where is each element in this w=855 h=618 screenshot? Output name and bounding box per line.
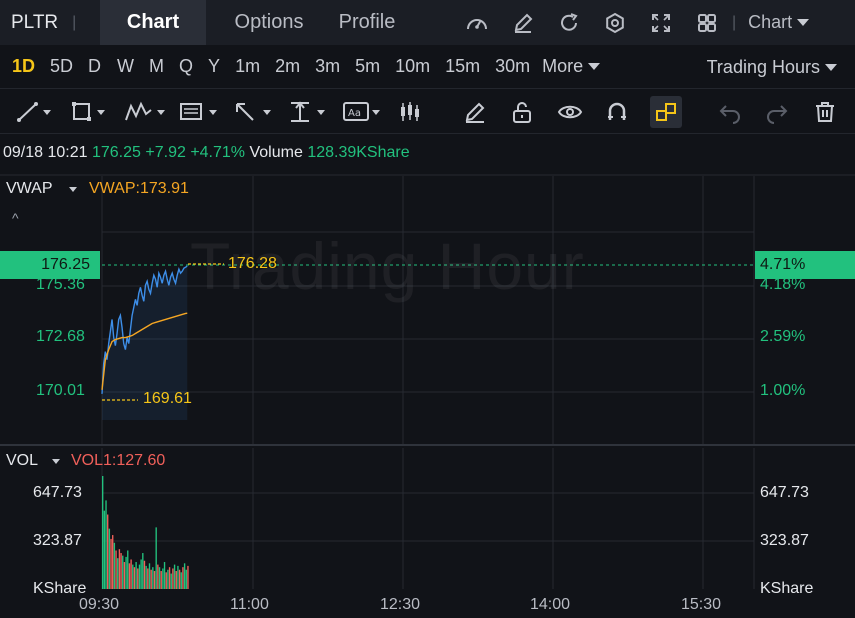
volume-bar <box>145 565 147 589</box>
volume-bar <box>165 572 167 589</box>
volume-bar <box>107 514 109 589</box>
vwap-indicator-dropdown[interactable]: VWAP <box>6 180 77 198</box>
volume-bar <box>120 553 122 589</box>
left-price-tick: 172.68 <box>36 328 85 345</box>
chevron-down-icon <box>52 458 61 464</box>
volume-bar <box>185 569 187 589</box>
volume-bar <box>163 562 166 589</box>
volume-bar <box>150 569 152 589</box>
chevron-down-icon <box>68 186 77 192</box>
volume-bar <box>175 571 177 589</box>
volume-bar <box>122 555 124 589</box>
right-pct-tick: 2.59% <box>760 328 806 345</box>
volume-bar <box>162 568 164 589</box>
volume-bar <box>117 558 119 589</box>
volume-bar <box>113 542 116 589</box>
left-volume-tick: 647.73 <box>33 484 82 501</box>
volume-bar <box>110 538 112 589</box>
volume-bar <box>152 567 154 589</box>
volume-bar <box>133 567 136 589</box>
vol-indicator-name: VOL <box>6 452 39 469</box>
volume-bar <box>147 568 149 589</box>
volume-bar <box>182 567 184 589</box>
volume-bar <box>173 564 176 589</box>
volume-bar <box>140 559 142 589</box>
volume-bar <box>183 563 186 589</box>
right-volume-tick: 323.87 <box>760 532 809 549</box>
volume-bar <box>125 556 127 589</box>
vwap-indicator-value: VWAP:173.91 <box>89 180 189 197</box>
intraday-chart[interactable] <box>0 0 855 618</box>
right-volume-unit: KShare <box>760 580 814 597</box>
volume-bar <box>103 510 106 589</box>
volume-bar <box>148 563 151 589</box>
volume-bar <box>112 535 114 589</box>
left-price-tick: 170.01 <box>36 382 85 399</box>
right-pct-tick: 1.00% <box>760 382 806 399</box>
volume-bar <box>118 549 121 589</box>
left-volume-tick: 323.87 <box>33 532 82 549</box>
x-axis-tick: 15:30 <box>681 596 722 613</box>
vol-indicator-value: VOL1:127.60 <box>71 452 166 469</box>
volume-bar <box>105 500 107 589</box>
volume-bar <box>178 569 181 589</box>
current-pct-badge: 4.71% <box>755 251 855 279</box>
x-axis-tick: 14:00 <box>530 596 571 613</box>
volume-bar <box>135 562 137 589</box>
volume-bar <box>127 550 129 589</box>
volume-bar <box>180 572 182 589</box>
session-low-marker: 169.61 <box>143 390 192 407</box>
volume-bar <box>115 550 117 589</box>
volume-bar <box>153 571 156 589</box>
x-axis-tick: 09:30 <box>79 596 120 613</box>
volume-bar <box>142 553 144 589</box>
vwap-indicator-name: VWAP <box>6 180 53 197</box>
x-axis-tick: 11:00 <box>230 596 269 613</box>
current-price-badge: 176.25 <box>0 251 100 279</box>
x-axis-tick: 12:30 <box>380 596 421 613</box>
volume-bar <box>160 571 162 589</box>
volume-bar <box>128 563 131 589</box>
volume-bar <box>132 564 134 589</box>
volume-bar <box>102 476 104 589</box>
collapse-chevron-up-icon[interactable]: ^ <box>12 210 19 226</box>
volume-bar <box>177 565 179 589</box>
volume-bar <box>138 564 141 589</box>
volume-bar <box>170 573 172 589</box>
volume-bar <box>158 567 161 589</box>
volume-bar <box>157 564 159 589</box>
volume-bar <box>108 528 111 589</box>
volume-bar <box>123 562 126 589</box>
volume-bar <box>143 560 146 589</box>
left-price-tick: 175.36 <box>36 276 85 293</box>
vol-indicator-dropdown[interactable]: VOL <box>6 452 61 470</box>
volume-bar <box>168 567 171 589</box>
volume-bar <box>172 568 174 589</box>
volume-bar <box>137 568 139 589</box>
volume-bar <box>167 569 169 589</box>
volume-bar <box>187 565 189 589</box>
volume-bar <box>155 527 157 589</box>
session-high-marker: 176.28 <box>228 255 277 272</box>
right-pct-tick: 4.18% <box>760 276 806 293</box>
right-volume-tick: 647.73 <box>760 484 809 501</box>
volume-bar <box>130 559 132 589</box>
